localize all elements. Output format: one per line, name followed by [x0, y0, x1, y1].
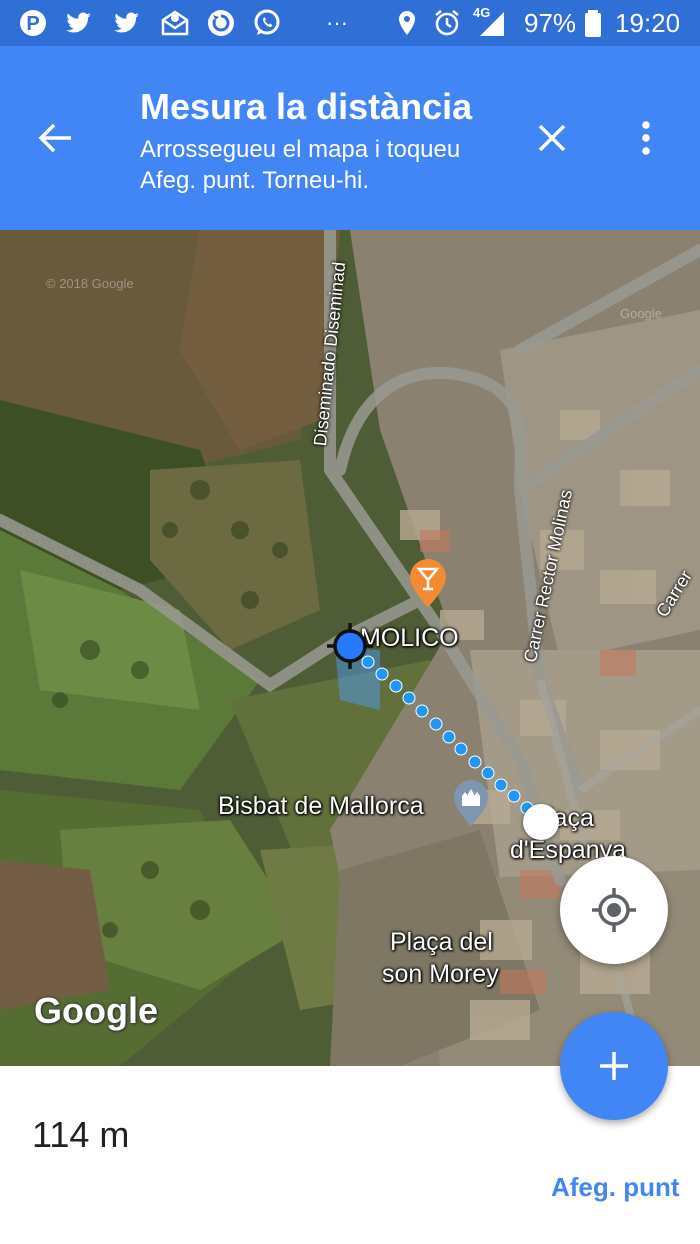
plus-icon — [600, 1052, 628, 1080]
google-logo: Google — [34, 990, 158, 1031]
back-button[interactable] — [30, 116, 80, 160]
arrow-back-icon — [38, 123, 71, 153]
svg-text:P: P — [26, 13, 39, 35]
signal-icon — [476, 8, 506, 38]
whatsapp-icon — [252, 8, 282, 38]
twitter-icon — [112, 8, 142, 38]
my-location-icon — [592, 888, 636, 932]
mail-icon — [160, 8, 190, 38]
clock: 19:20 — [615, 8, 681, 38]
close-icon — [538, 124, 566, 152]
page-title: Mesura la distància — [140, 86, 473, 127]
twitter-icon — [64, 8, 94, 38]
pinterest-icon: P — [18, 8, 48, 38]
measurement-start-point[interactable] — [523, 804, 559, 840]
my-location-button[interactable] — [560, 856, 668, 964]
crosshair-icon — [327, 623, 373, 669]
more-notifications-indicator: ··· — [326, 10, 348, 35]
location-icon — [392, 8, 422, 38]
app-bar: Mesura la distància Arrossegueu el mapa … — [0, 46, 700, 230]
more-options-button[interactable] — [624, 114, 668, 162]
alarm-icon — [432, 8, 462, 38]
status-bar: P ··· 4G 97% 19:20 — [0, 0, 700, 46]
more-vert-icon — [642, 121, 650, 155]
add-point-button[interactable]: Afeg. punt — [551, 1172, 680, 1203]
battery-percent: 97% — [524, 8, 577, 38]
close-button[interactable] — [528, 114, 576, 162]
sync-icon — [206, 8, 236, 38]
page-subtitle: Arrossegueu el mapa i toqueu Afeg. punt.… — [140, 136, 461, 194]
battery-icon — [578, 8, 608, 38]
add-point-fab[interactable] — [560, 1012, 668, 1120]
total-distance: 114 m — [32, 1114, 130, 1155]
